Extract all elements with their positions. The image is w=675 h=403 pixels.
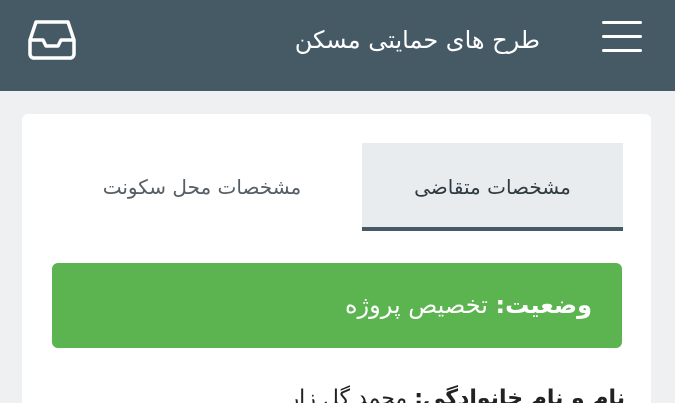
menu-line — [602, 21, 642, 24]
hamburger-menu-icon[interactable] — [598, 15, 646, 57]
status-banner: وضعیت: تخصیص پروژه — [52, 263, 622, 348]
status-label: وضعیت: — [495, 291, 592, 319]
app-header: طرح های حمایتی مسکن — [0, 0, 675, 91]
applicant-card: مشخصات متقاضی مشخصات محل سکونت وضعیت: تخ… — [22, 114, 651, 403]
status-value: تخصیص پروژه — [344, 291, 488, 319]
menu-line — [602, 49, 642, 52]
page-title: طرح های حمایتی مسکن — [294, 26, 540, 54]
inbox-tray-svg — [28, 20, 76, 60]
applicant-name-value: محمد گل زار — [288, 386, 408, 403]
applicant-name-label: نام و نام خانوادگی: — [414, 386, 625, 403]
inbox-tray-icon[interactable] — [26, 16, 78, 62]
tab-residence-info[interactable]: مشخصات محل سکونت — [62, 143, 342, 231]
tab-applicant-info[interactable]: مشخصات متقاضی — [362, 143, 623, 231]
menu-line — [602, 35, 642, 38]
applicant-name-field: نام و نام خانوادگی: محمد گل زار — [288, 386, 625, 403]
